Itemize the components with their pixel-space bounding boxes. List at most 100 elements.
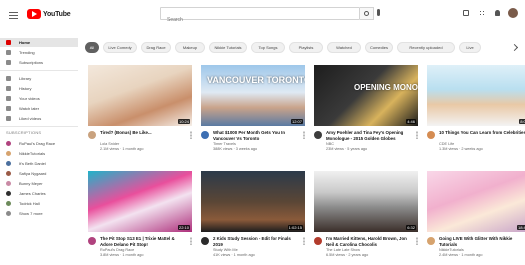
more-options-icon[interactable] — [190, 237, 192, 245]
channel-avatar[interactable] — [88, 237, 96, 245]
video-title[interactable]: 10 Things You Can Learn from Celebrities — [439, 130, 525, 136]
video-thumbnail[interactable]: 10:24 — [88, 65, 192, 126]
channel-avatar[interactable] — [201, 237, 209, 245]
subscription-item[interactable]: Show 7 more — [0, 209, 78, 218]
video-channel[interactable]: CDE Life — [439, 142, 525, 146]
subscription-item[interactable]: Todrick Hall — [0, 199, 78, 208]
more-options-icon[interactable] — [416, 131, 418, 139]
video-meta: I'm Married Kittens, Harold Brown, Jon N… — [314, 232, 418, 260]
sidebar-item-subscriptions[interactable]: Subscriptions — [0, 58, 78, 67]
channel-avatar[interactable] — [314, 131, 322, 139]
video-stats: 2.1M views · 1 month ago — [100, 147, 144, 151]
video-card[interactable]: 22:10 The Pit Stop S13 E1 | Trixie Mattel… — [88, 171, 192, 260]
video-channel[interactable]: Lola Snider — [100, 142, 188, 146]
video-card[interactable]: VANCOUVER TORONTO 12:07 What $1000 Per Mon… — [201, 65, 305, 154]
video-channel[interactable]: NBC — [326, 142, 414, 146]
video-stats: 6.5M views · 2 years ago — [326, 253, 369, 257]
youtube-logo[interactable]: YouTube — [27, 9, 71, 19]
chip-nikkie-tutorials[interactable]: Nikkie Tutorials — [209, 42, 247, 53]
sidebar-item-your-videos[interactable]: Your videos — [0, 94, 78, 103]
video-stats: 388K views · 3 weeks ago — [213, 147, 258, 151]
video-title[interactable]: Tired? (Bonus) Be Like... — [100, 130, 188, 136]
upload-icon[interactable] — [463, 10, 469, 16]
sidebar-item-home[interactable]: Home — [0, 38, 78, 47]
more-options-icon[interactable] — [303, 237, 305, 245]
more-options-icon[interactable] — [190, 131, 192, 139]
video-title[interactable]: The Pit Stop S13 E1 | Trixie Mattel & Ad… — [100, 236, 188, 247]
video-card[interactable]: 6:32 I'm Married Kittens, Harold Brown, J… — [314, 171, 418, 260]
chip-live-comedy[interactable]: Live Comedy — [103, 42, 137, 53]
subscription-item[interactable]: It's Beth Daniel — [0, 159, 78, 168]
video-thumbnail[interactable]: OPENING MONOLOGUE 4:46 — [314, 65, 418, 126]
chip-drag-race[interactable]: Drag Race — [141, 42, 171, 53]
video-meta: Amy Poehler and Tina Fey's Opening Monol… — [314, 126, 418, 154]
search-input[interactable] — [161, 14, 359, 26]
chip-watched[interactable]: Watched — [327, 42, 361, 53]
video-channel[interactable]: RuPaul's Drag Race — [100, 248, 188, 252]
video-title[interactable]: I'm Married Kittens, Harold Brown, Jon N… — [326, 236, 414, 247]
mic-icon[interactable] — [377, 9, 380, 16]
subscription-label: It's Beth Daniel — [19, 161, 46, 166]
video-thumbnail[interactable]: 8:01 — [427, 65, 525, 126]
subscription-item[interactable]: NikkieTutorials — [0, 149, 78, 158]
video-meta: 2 Kids Study Session - Edit for Finals 2… — [201, 232, 305, 260]
video-channel[interactable]: Timer Travels — [213, 142, 301, 146]
channel-avatar — [6, 161, 11, 166]
chip-comedies[interactable]: Comedies — [365, 42, 393, 53]
chip-playlists[interactable]: Playlists — [289, 42, 323, 53]
channel-avatar[interactable] — [88, 131, 96, 139]
chip-all[interactable]: All — [85, 42, 99, 53]
video-channel[interactable]: NikkieTutorials — [439, 248, 525, 252]
channel-avatar[interactable] — [314, 237, 322, 245]
video-title[interactable]: What $1000 Per Month Gets You In Vancouv… — [213, 130, 301, 141]
sidebar-item-liked-videos[interactable]: Liked videos — [0, 114, 78, 123]
subscription-item[interactable]: RuPaul's Drag Race — [0, 139, 78, 148]
channel-avatar — [6, 171, 11, 176]
chip-live[interactable]: Live — [459, 42, 481, 53]
video-card[interactable]: 18:43 Going LIVE With Glitter With Nikkie… — [427, 171, 525, 260]
search-box[interactable] — [160, 7, 360, 26]
chip-makeup[interactable]: Makeup — [175, 42, 205, 53]
subscription-label: Bunny Meyer — [19, 181, 43, 186]
sidebar-item-watch-later[interactable]: Watch later — [0, 104, 78, 113]
sidebar-item-library[interactable]: Library — [0, 74, 78, 83]
sidebar-item-history[interactable]: History — [0, 84, 78, 93]
subscription-item[interactable]: Safiya Nygaard — [0, 169, 78, 178]
video-thumbnail[interactable]: 6:32 — [314, 171, 418, 232]
trending-icon — [6, 50, 11, 55]
chip-recently-uploaded[interactable]: Recently uploaded — [397, 42, 455, 53]
video-card[interactable]: 10:24 Tired? (Bonus) Be Like... Lola Snide… — [88, 65, 192, 154]
video-title[interactable]: Going LIVE With Glitter With Nikkie Tuto… — [439, 236, 525, 247]
video-duration: 1:02:15 — [287, 225, 303, 230]
video-thumbnail[interactable]: 22:10 — [88, 171, 192, 232]
video-card[interactable]: 1:02:15 2 Kids Study Session - Edit for F… — [201, 171, 305, 260]
sidebar-item-trending[interactable]: Trending — [0, 48, 78, 57]
video-card[interactable]: 8:01 10 Things You Can Learn from Celebri… — [427, 65, 525, 154]
avatar[interactable] — [508, 8, 518, 18]
menu-icon[interactable] — [9, 12, 18, 19]
video-card[interactable]: OPENING MONOLOGUE 4:46 Amy Poehler and Tin… — [314, 65, 418, 154]
video-meta: 10 Things You Can Learn from Celebrities… — [427, 126, 525, 154]
chevron-right-icon[interactable] — [509, 42, 519, 53]
video-title[interactable]: 2 Kids Study Session - Edit for Finals 2… — [213, 236, 301, 247]
subscription-item[interactable]: Bunny Meyer — [0, 179, 78, 188]
video-channel[interactable]: The Late Late Show — [326, 248, 414, 252]
more-options-icon[interactable] — [416, 237, 418, 245]
video-title[interactable]: Amy Poehler and Tina Fey's Opening Monol… — [326, 130, 414, 141]
video-channel[interactable]: Study With Me — [213, 248, 301, 252]
subscription-item[interactable]: James Charles — [0, 189, 78, 198]
sidebar-item-label: History — [19, 86, 32, 91]
channel-avatar — [6, 191, 11, 196]
search-button[interactable] — [360, 7, 374, 20]
search-icon — [364, 11, 369, 16]
channel-avatar[interactable] — [427, 131, 435, 139]
chip-top-songs[interactable]: Top Songs — [251, 42, 285, 53]
video-thumbnail[interactable]: 1:02:15 — [201, 171, 305, 232]
channel-avatar[interactable] — [201, 131, 209, 139]
video-thumbnail[interactable]: 18:43 — [427, 171, 525, 232]
video-thumbnail[interactable]: VANCOUVER TORONTO 12:07 — [201, 65, 305, 126]
channel-avatar[interactable] — [427, 237, 435, 245]
more-options-icon[interactable] — [303, 131, 305, 139]
apps-icon[interactable] — [479, 10, 485, 16]
bell-icon[interactable] — [495, 10, 500, 16]
